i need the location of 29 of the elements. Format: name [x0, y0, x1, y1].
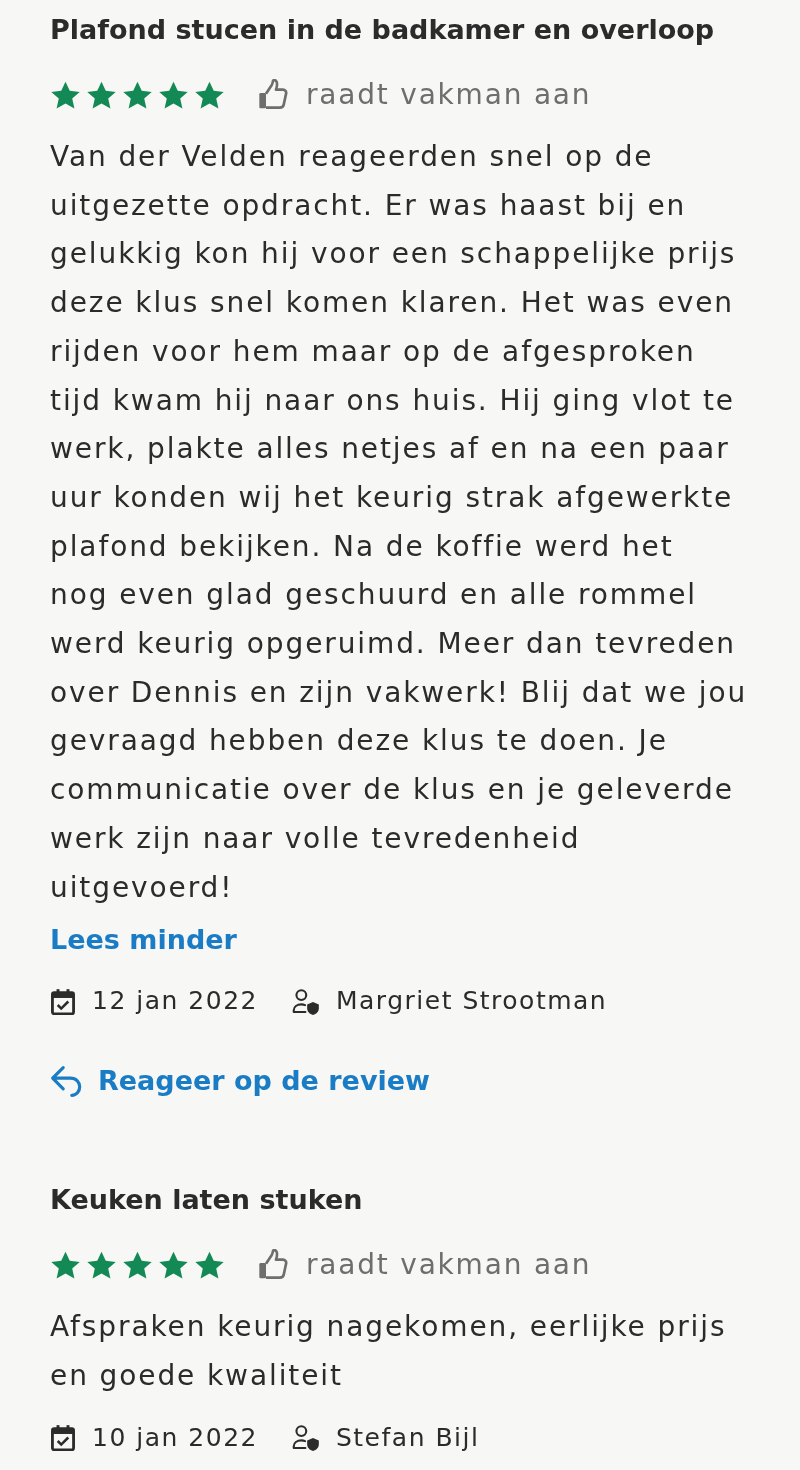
review-date: 10 jan 2022	[92, 1422, 258, 1453]
review-title: Keuken laten stuken	[50, 1183, 363, 1218]
reply-link[interactable]: Reageer op de review	[50, 1063, 431, 1100]
read-less-link[interactable]: Lees minder	[50, 922, 237, 959]
person-shield-icon	[291, 1424, 320, 1452]
person-shield-icon	[291, 987, 320, 1015]
review-date: 12 jan 2022	[92, 986, 258, 1017]
star-icon	[86, 1250, 117, 1281]
thumbs-up-icon	[258, 1249, 290, 1282]
review-text: Afspraken keurig nagekomen, eerlijke prijs en goede kwaliteit	[50, 1309, 727, 1394]
reply-arrow-icon	[50, 1064, 83, 1098]
star-icon	[158, 80, 189, 110]
star-icon	[50, 80, 81, 110]
calendar-check-icon	[50, 1424, 76, 1452]
calendar-check-icon	[50, 987, 76, 1015]
star-icon	[122, 1250, 153, 1281]
recommend-label: raadt vakman aan	[306, 77, 592, 113]
star-icon	[50, 1250, 81, 1281]
review-title: Plafond stucen in de badkamer en overloop	[50, 13, 715, 47]
reviewer-name: Margriet Strootman	[335, 986, 608, 1017]
star-icon	[122, 80, 153, 110]
reviewer-name: Stefan Bijl	[335, 1422, 480, 1453]
recommend-label: raadt vakman aan	[306, 1247, 592, 1284]
star-icon	[194, 80, 225, 110]
review-text: Van der Velden reageerden snel op de uitgezette opdracht. Er was haast bij en gelukkig kon hij voor een schappelijke prijs deze klus snel komen klaren. Het was even rijden voor hem maar op de afgesproken tijd kwam hij naar ons huis. Hij ging vlot te werk, plakte alles netjes af en na een paar uur konden wij het keurig strak afgewerkte plafond bekijken. Na de koffie werd het nog even glad geschuurd en alle rommel werd keurig opgeruimd. Meer dan tevreden over Dennis en zijn vakwerk! Blij dat we jou gevraagd hebben deze klus te doen. Je communicatie over de klus en je geleverde werk zijn naar volle tevredenheid uitgevoerd!	[50, 139, 748, 906]
star-icon	[194, 1250, 225, 1281]
star-icon	[86, 80, 117, 110]
thumbs-up-icon	[258, 79, 290, 111]
star-icon	[158, 1250, 189, 1281]
